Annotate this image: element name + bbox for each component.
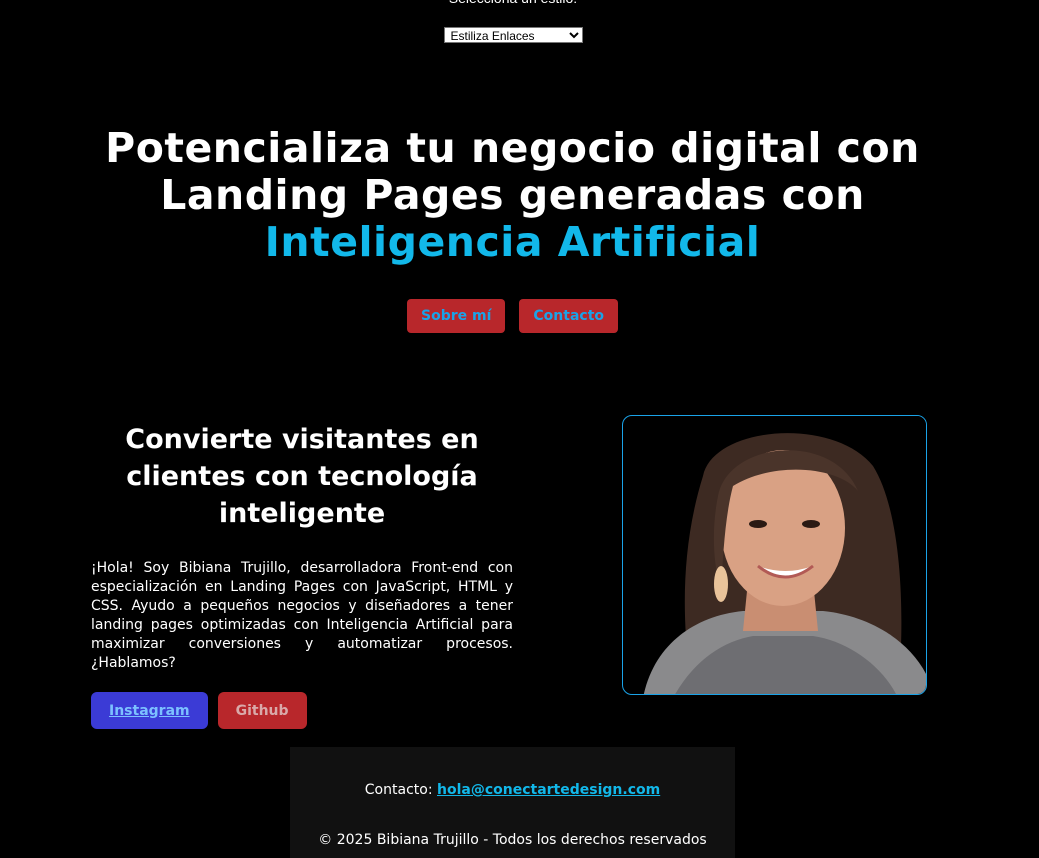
footer-contact-label: Contacto: <box>364 782 433 798</box>
style-select[interactable]: Estiliza Enlaces <box>443 27 583 43</box>
profile-photo-frame <box>622 415 927 695</box>
hero-title-line1: Potencializa tu negocio digital con <box>105 124 920 172</box>
github-button[interactable]: Github <box>217 692 307 729</box>
hero-title: Potencializa tu negocio digital con Land… <box>60 125 965 266</box>
about-text: ¡Hola! Soy Bibiana Trujillo, desarrollad… <box>91 560 513 671</box>
profile-photo <box>633 416 926 694</box>
contact-button[interactable]: Contacto <box>519 299 618 333</box>
instagram-button[interactable]: Instagram <box>91 692 208 729</box>
copyright: © 2025 Bibiana Trujillo - Todos los dere… <box>318 832 707 848</box>
contact-email-link[interactable]: hola@conectartedesign.com <box>437 782 660 798</box>
footer: Contacto: hola@conectartedesign.com © 20… <box>290 747 735 858</box>
hero-title-accent: Inteligencia Artificial <box>264 218 761 266</box>
style-picker-label: Selecciona un estilo: <box>0 0 1026 8</box>
about-section: Convierte visitantes en clientes con tec… <box>91 421 513 729</box>
footer-contact: Contacto: hola@conectartedesign.com <box>290 782 735 798</box>
style-picker: Selecciona un estilo: Estiliza Enlaces <box>0 0 1026 44</box>
social-links: Instagram Github <box>91 692 513 729</box>
about-me-button[interactable]: Sobre mí <box>407 299 506 333</box>
about-title: Convierte visitantes en clientes con tec… <box>125 424 479 529</box>
hero-title-line2: Landing Pages generadas con <box>160 171 865 219</box>
hero-buttons: Sobre mí Contacto <box>0 299 1025 333</box>
